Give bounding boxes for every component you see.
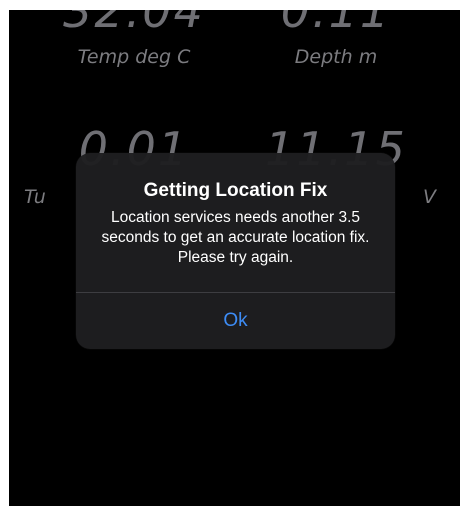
temperature-label: Temp deg C bbox=[77, 46, 191, 68]
temperature-value: 32.04 bbox=[63, 10, 205, 38]
location-alert-dialog: Getting Location Fix Location services n… bbox=[76, 153, 395, 349]
depth-metric: 0.11 Depth m bbox=[236, 10, 436, 85]
alert-title: Getting Location Fix bbox=[143, 180, 328, 201]
app-screen: 32.04 Temp deg C 0.11 Depth m 0.01 Tu 11… bbox=[9, 10, 460, 506]
ok-button[interactable]: Ok bbox=[76, 293, 395, 349]
temperature-metric: 32.04 Temp deg C bbox=[34, 10, 234, 85]
alert-message: Location services needs another 3.5 seco… bbox=[101, 209, 370, 266]
depth-label: Depth m bbox=[294, 46, 378, 68]
depth-value: 0.11 bbox=[280, 10, 392, 38]
